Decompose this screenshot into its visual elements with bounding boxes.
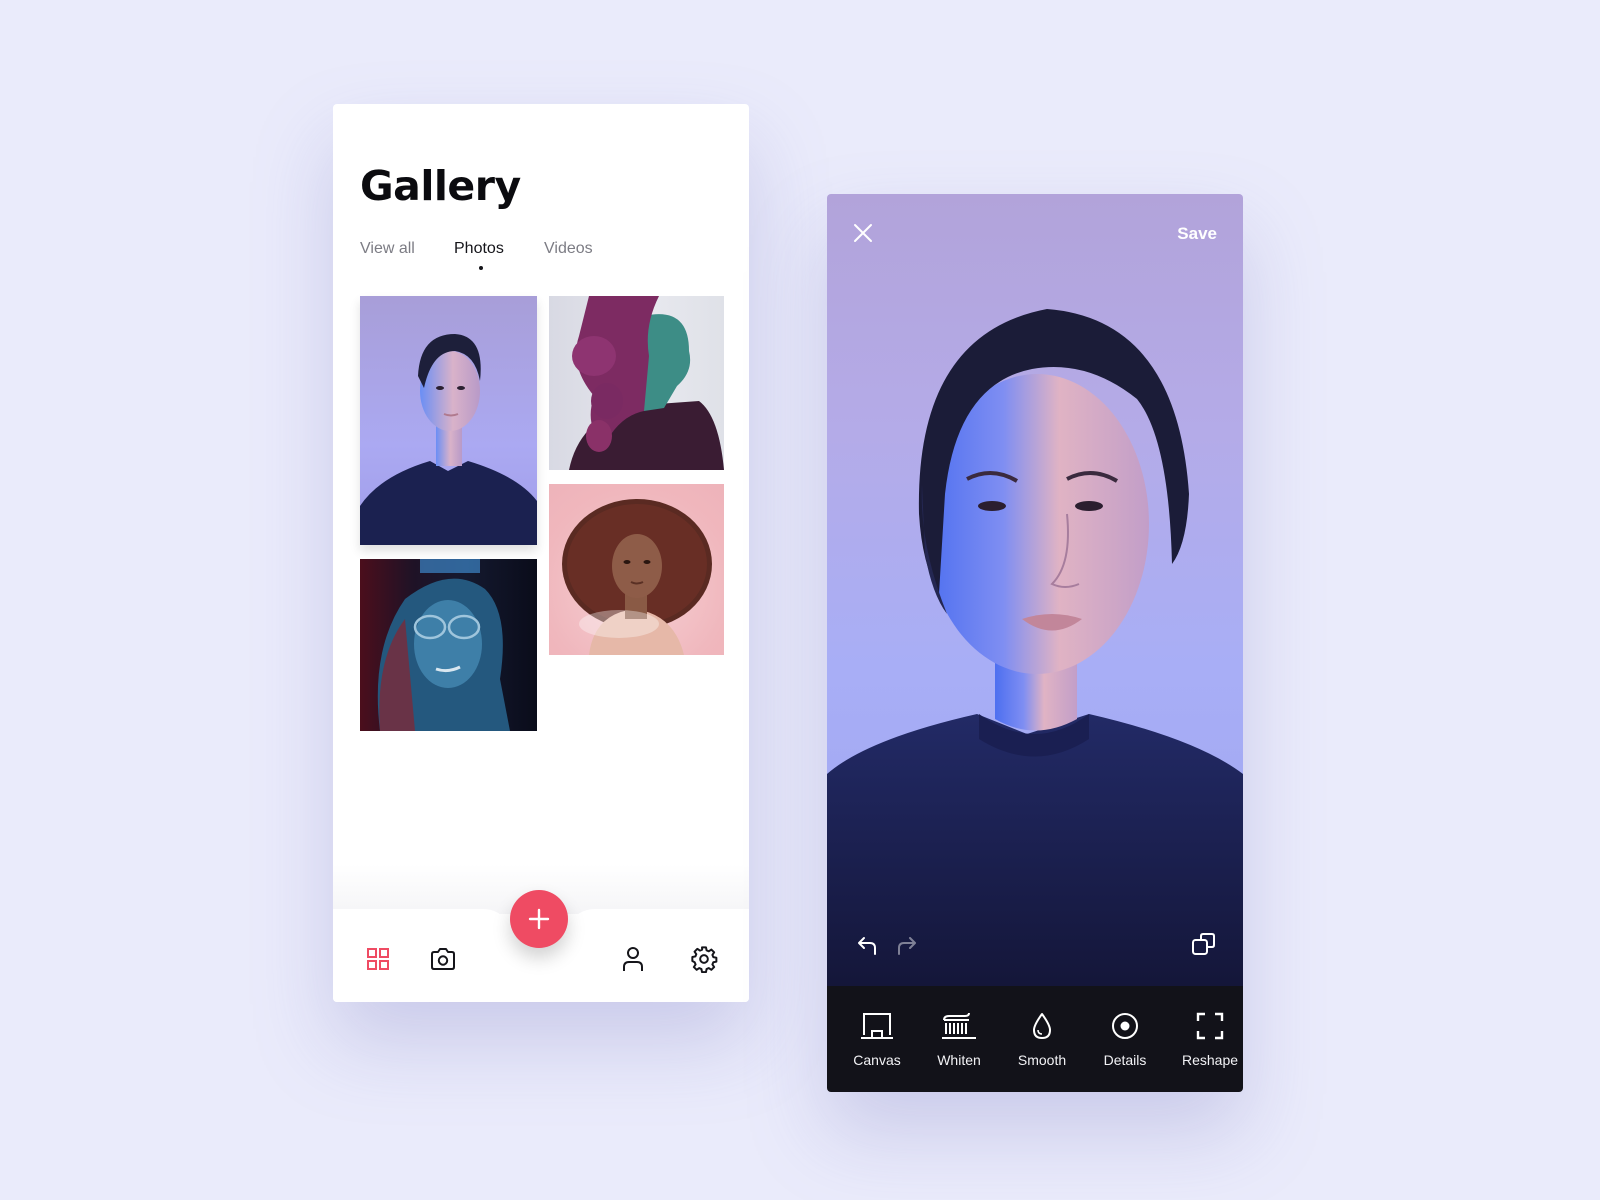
- tool-reshape[interactable]: Reshape: [1170, 1010, 1243, 1068]
- plus-icon: [528, 908, 550, 930]
- tab-photos[interactable]: Photos: [454, 240, 504, 258]
- close-icon: [854, 224, 872, 242]
- tool-whiten[interactable]: Whiten: [919, 1010, 999, 1068]
- gallery-screen: Gallery View all Photos Videos: [333, 104, 749, 1002]
- redo-icon: [898, 937, 916, 955]
- settings-icon: [691, 946, 718, 973]
- camera-icon: [431, 948, 455, 970]
- canvas-icon: [861, 1013, 893, 1039]
- photo-thumbnail[interactable]: [549, 484, 724, 655]
- target-icon: [1112, 1013, 1138, 1039]
- compare-icon: [1192, 933, 1215, 955]
- tool-canvas[interactable]: Canvas: [837, 1010, 917, 1068]
- tool-label: Details: [1103, 1052, 1147, 1068]
- portrait-illustration: [377, 559, 510, 731]
- editing-tools-bar: Canvas Whiten Smooth Details Reshape: [827, 986, 1243, 1092]
- grid-icon: [367, 948, 389, 970]
- nav-profile[interactable]: [619, 945, 647, 973]
- tool-label: Whiten: [937, 1052, 981, 1068]
- portrait-illustration: [827, 309, 1243, 986]
- redo-button[interactable]: [895, 933, 919, 957]
- photo-thumbnail[interactable]: [360, 296, 537, 545]
- tool-label: Smooth: [1017, 1052, 1067, 1068]
- tab-videos[interactable]: Videos: [544, 240, 593, 258]
- portrait-illustration: [562, 499, 712, 655]
- nav-camera[interactable]: [429, 945, 457, 973]
- tool-details[interactable]: Details: [1085, 1010, 1165, 1068]
- tool-label: Reshape: [1181, 1052, 1239, 1068]
- portrait-illustration: [569, 296, 724, 470]
- compare-button[interactable]: [1191, 931, 1217, 957]
- photo-editor-screen: Save Canvas Whiten Smooth Details Reshap…: [827, 194, 1243, 1092]
- editing-photo: Save: [827, 194, 1243, 986]
- save-button[interactable]: Save: [1177, 224, 1217, 244]
- reshape-icon: [1196, 1012, 1224, 1040]
- toothbrush-icon: [942, 1012, 976, 1039]
- close-button[interactable]: [852, 222, 874, 244]
- undo-icon: [858, 937, 876, 955]
- drop-icon: [1033, 1013, 1051, 1039]
- tab-view-all[interactable]: View all: [360, 240, 415, 258]
- add-button[interactable]: [510, 890, 568, 948]
- nav-grid[interactable]: [364, 945, 392, 973]
- nav-settings[interactable]: [690, 945, 718, 973]
- tool-label: Canvas: [853, 1052, 901, 1068]
- photo-thumbnail[interactable]: [360, 559, 537, 731]
- tool-smooth[interactable]: Smooth: [1002, 1010, 1082, 1068]
- user-icon: [623, 947, 643, 971]
- active-tab-indicator: [479, 266, 483, 270]
- portrait-illustration: [360, 334, 537, 545]
- undo-button[interactable]: [855, 933, 879, 957]
- page-title: Gallery: [360, 162, 521, 210]
- photo-thumbnail[interactable]: [549, 296, 724, 470]
